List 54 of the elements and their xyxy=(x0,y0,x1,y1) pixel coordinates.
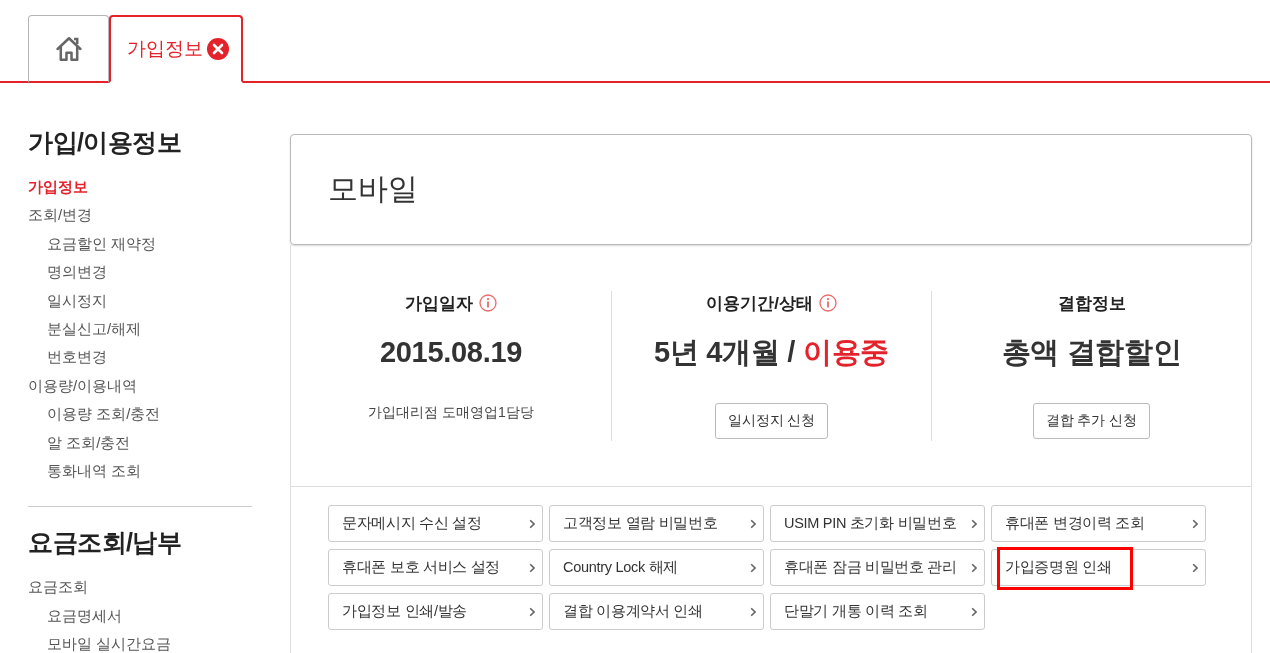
chevron-right-icon xyxy=(529,518,535,529)
summary-note: 가입대리점 도매영업1담당 xyxy=(368,403,534,422)
summary-value: 2015.08.19 xyxy=(379,335,523,370)
menu-link-button[interactable]: USIM PIN 초기화 비밀번호 xyxy=(770,505,985,542)
sidebar-subitem[interactable]: 통화내역 조회 xyxy=(28,457,142,486)
home-tab[interactable] xyxy=(28,15,109,83)
chevron-right-icon xyxy=(529,606,535,617)
home-icon xyxy=(55,36,82,61)
action-button[interactable]: 결합 추가 신청 xyxy=(1032,403,1151,439)
sidebar-subitem[interactable]: 일시정지 xyxy=(28,286,107,316)
summary-title: 가입일자 xyxy=(405,292,473,315)
menu-link-button[interactable]: 휴대폰 잠금 비밀번호 관리 xyxy=(770,549,985,586)
info-icon[interactable] xyxy=(818,294,837,312)
sidebar-subitem[interactable]: 이용량 조회/충전 xyxy=(28,400,161,429)
chevron-right-icon xyxy=(1192,518,1198,529)
chevron-right-icon xyxy=(971,562,977,573)
summary-title: 이용기간/상태 xyxy=(706,292,813,315)
tab[interactable]: 가입정보 xyxy=(109,15,243,83)
menu-link-button[interactable]: 휴대폰 보호 서비스 설정 xyxy=(328,549,543,586)
chevron-right-icon xyxy=(750,518,756,529)
summary-value: 5년 4개월 / 이용중 xyxy=(654,335,889,370)
chevron-right-icon xyxy=(750,606,756,617)
menu-link-button[interactable]: 고객정보 열람 비밀번호 xyxy=(549,505,764,542)
sidebar-item[interactable]: 이용량/이용내역 xyxy=(28,371,138,401)
chevron-right-icon xyxy=(1192,562,1198,573)
sidebar-subitem[interactable]: 번호변경 xyxy=(28,343,107,372)
panel-title: 모바일 xyxy=(328,171,418,207)
sidebar-subitem[interactable]: 요금할인 재약정 xyxy=(28,229,157,259)
sidebar-subitem[interactable]: 요금명세서 xyxy=(28,601,122,631)
sidebar-subitem[interactable]: 분실신고/해제 xyxy=(28,315,142,344)
sidebar-subitem[interactable]: 알 조회/충전 xyxy=(28,428,131,458)
sidebar-subitem[interactable]: 명의변경 xyxy=(28,258,107,287)
action-button[interactable]: 일시정지 신청 xyxy=(714,403,829,439)
sidebar-item[interactable]: 가입정보 xyxy=(28,173,88,202)
menu-link-button[interactable]: Country Lock 해제 xyxy=(549,549,764,586)
chevron-right-icon xyxy=(750,562,756,573)
chevron-right-icon xyxy=(529,562,535,573)
sidebar-heading: 요금조회/납부 xyxy=(28,527,183,559)
info-icon[interactable] xyxy=(479,294,497,312)
close-icon[interactable] xyxy=(207,38,229,60)
sidebar-heading: 가입/이용정보 xyxy=(28,127,183,158)
sidebar-item[interactable]: 요금조회 xyxy=(28,573,88,602)
sidebar-subitem[interactable]: 모바일 실시간요금 xyxy=(28,630,172,653)
chevron-right-icon xyxy=(971,606,977,617)
menu-link-button[interactable]: 단말기 개통 이력 조회 xyxy=(770,593,985,630)
menu-link-button[interactable]: 휴대폰 변경이력 조회 xyxy=(991,505,1206,542)
sidebar-item[interactable]: 조회/변경 xyxy=(28,201,93,230)
menu-link-button[interactable]: 결합 이용계약서 인쇄 xyxy=(549,593,764,630)
menu-link-button[interactable]: 문자메시지 수신 설정 xyxy=(328,505,543,542)
summary-title: 결합정보 xyxy=(1057,292,1126,315)
summary-value: 총액 결합할인 xyxy=(1001,335,1182,370)
chevron-right-icon xyxy=(971,518,977,529)
menu-link-button[interactable]: 가입정보 인쇄/발송 xyxy=(328,593,543,630)
menu-link-button[interactable]: 가입증명원 인쇄 xyxy=(991,549,1206,586)
